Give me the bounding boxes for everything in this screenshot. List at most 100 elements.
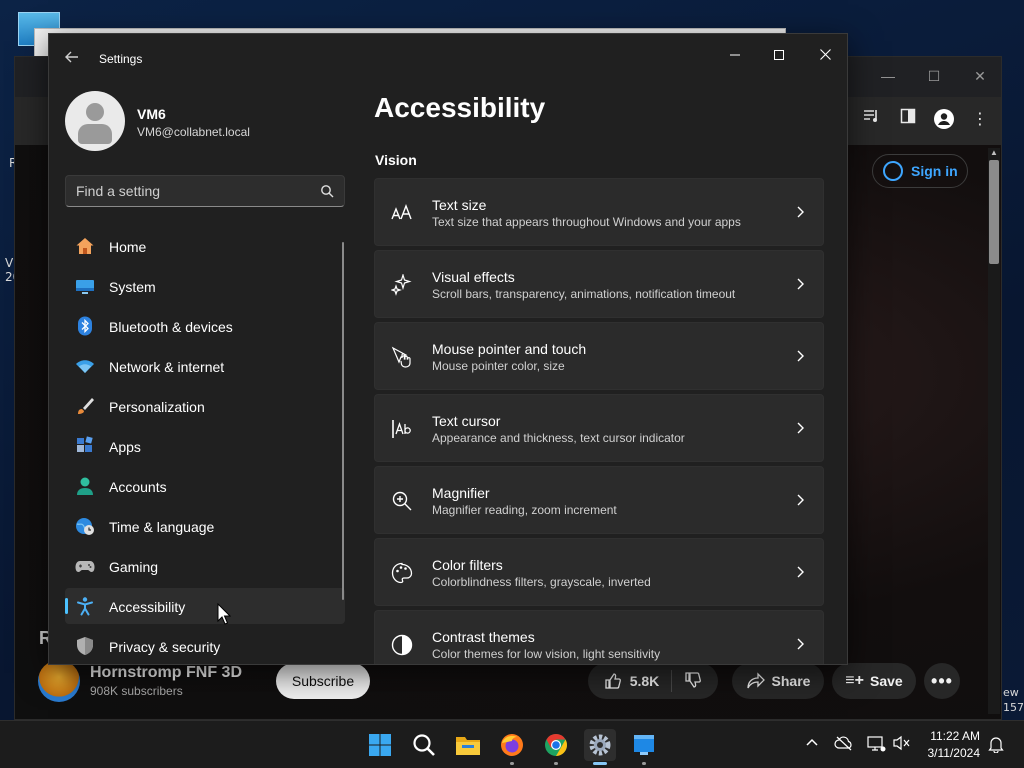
app-window-button[interactable]	[628, 729, 660, 765]
browser-scrollbar-thumb[interactable]	[989, 160, 999, 264]
show-hidden-icons-button[interactable]	[802, 735, 822, 755]
sidebar-item-time-language[interactable]: Time & language	[65, 508, 345, 544]
sidebar-item-home[interactable]: Home	[65, 228, 345, 264]
share-icon	[746, 672, 765, 689]
channel-avatar[interactable]	[38, 660, 80, 702]
clock-time[interactable]: 11:22 AM	[928, 729, 980, 743]
search-icon[interactable]	[320, 184, 334, 198]
sidebar-item-label: Privacy & security	[109, 639, 221, 655]
card-text-size[interactable]: Text size Text size that appears through…	[374, 178, 824, 246]
card-description: Color themes for low vision, light sensi…	[432, 647, 661, 661]
app-title: Settings	[99, 52, 143, 66]
sidebar-item-label: Time & language	[109, 519, 215, 535]
browser-maximize-icon[interactable]: ☐	[924, 66, 944, 86]
text-size-icon	[391, 204, 412, 220]
back-button[interactable]	[61, 48, 83, 70]
taskbar-search-button[interactable]	[408, 729, 440, 761]
channel-name[interactable]: Hornstromp FNF 3D	[90, 664, 242, 682]
card-color-filters[interactable]: Color filters Colorblindness filters, gr…	[374, 538, 824, 606]
profile-icon[interactable]	[932, 108, 956, 132]
start-button[interactable]	[364, 729, 396, 761]
more-actions-button[interactable]: •••	[924, 663, 960, 699]
chrome-icon	[545, 734, 567, 756]
maximize-icon	[774, 50, 784, 60]
firefox-icon	[501, 734, 523, 756]
magnifier-icon	[392, 491, 412, 511]
card-description: Magnifier reading, zoom increment	[432, 503, 617, 517]
card-text-cursor[interactable]: Text cursor Appearance and thickness, te…	[374, 394, 824, 462]
onedrive-button[interactable]	[834, 735, 854, 755]
minimize-button[interactable]	[715, 40, 755, 70]
sidebar-item-accounts[interactable]: Accounts	[65, 468, 345, 504]
settings-card-list: Text size Text size that appears through…	[374, 178, 824, 664]
user-email: VM6@collabnet.local	[137, 125, 250, 139]
notifications-button[interactable]	[986, 735, 1006, 755]
card-contrast-themes[interactable]: Contrast themes Color themes for low vis…	[374, 610, 824, 664]
card-title: Text cursor	[432, 413, 501, 429]
sign-in-label: Sign in	[911, 163, 958, 179]
sidebar-item-label: Apps	[109, 439, 141, 455]
side-panel-icon[interactable]	[896, 108, 920, 132]
sidebar-item-apps[interactable]: Apps	[65, 428, 345, 464]
maximize-button[interactable]	[759, 40, 799, 70]
browser-menu-icon[interactable]: ⋮	[968, 108, 992, 132]
dislike-button[interactable]	[684, 671, 702, 692]
file-explorer-button[interactable]	[452, 729, 484, 761]
shield-icon	[77, 637, 93, 655]
subscribe-button[interactable]: Subscribe	[276, 663, 370, 699]
page-title: Accessibility	[374, 92, 546, 123]
card-description: Mouse pointer color, size	[432, 359, 565, 373]
running-indicator	[554, 762, 558, 765]
share-button[interactable]: Share	[732, 663, 824, 699]
volume-button[interactable]	[892, 735, 912, 755]
chrome-button[interactable]	[540, 729, 572, 765]
browser-close-icon[interactable]: ✕	[970, 66, 990, 86]
media-queue-icon[interactable]	[860, 108, 884, 132]
sidebar-item-network[interactable]: Network & internet	[65, 348, 345, 384]
close-button[interactable]	[805, 40, 845, 70]
clock-date[interactable]: 3/11/2024	[920, 746, 981, 760]
search-input[interactable]	[76, 176, 306, 206]
save-button[interactable]: ≡+ Save	[832, 663, 916, 699]
sidebar-scrollbar[interactable]	[342, 242, 344, 600]
sidebar-item-label: Home	[109, 239, 147, 255]
scroll-up-icon[interactable]: ▲	[990, 148, 998, 157]
add-to-playlist-icon: ≡+	[845, 672, 864, 689]
sidebar-item-personalization[interactable]: Personalization	[65, 388, 345, 424]
chevron-right-icon	[797, 566, 804, 578]
apps-icon	[77, 436, 93, 452]
settings-taskbar-button[interactable]	[584, 729, 616, 765]
card-magnifier[interactable]: Magnifier Magnifier reading, zoom increm…	[374, 466, 824, 534]
sidebar-item-bluetooth[interactable]: Bluetooth & devices	[65, 308, 345, 344]
chevron-right-icon	[797, 494, 804, 506]
network-status-button[interactable]	[866, 735, 886, 755]
settings-icon	[589, 734, 611, 756]
browser-minimize-icon[interactable]: —	[878, 66, 898, 86]
sidebar-item-system[interactable]: System	[65, 268, 345, 304]
globe-clock-icon	[76, 518, 94, 535]
sign-in-button[interactable]: Sign in	[872, 154, 968, 188]
settings-titlebar: Settings	[49, 34, 847, 82]
wifi-icon	[76, 360, 94, 373]
channel-bar: Hornstromp FNF 3D 908K subscribers Subsc…	[38, 660, 988, 704]
card-title: Mouse pointer and touch	[432, 341, 587, 357]
like-button[interactable]: 5.8K	[604, 672, 659, 690]
chevron-right-icon	[797, 638, 804, 650]
card-visual-effects[interactable]: Visual effects Scroll bars, transparency…	[374, 250, 824, 318]
save-label: Save	[869, 673, 903, 689]
sidebar-item-privacy-security[interactable]: Privacy & security	[65, 628, 345, 664]
user-avatar[interactable]	[65, 91, 125, 151]
sidebar-item-label: System	[109, 279, 156, 295]
account-icon	[883, 161, 903, 181]
sidebar-item-gaming[interactable]: Gaming	[65, 548, 345, 584]
card-title: Contrast themes	[432, 629, 535, 645]
firefox-button[interactable]	[496, 729, 528, 765]
sidebar-item-accessibility[interactable]: Accessibility	[65, 588, 345, 624]
accessibility-icon	[77, 597, 93, 616]
back-arrow-icon	[65, 51, 78, 63]
running-indicator	[510, 762, 514, 765]
system-icon	[76, 280, 94, 294]
card-mouse-pointer-touch[interactable]: Mouse pointer and touch Mouse pointer co…	[374, 322, 824, 390]
more-icon: •••	[931, 670, 953, 691]
chevron-up-icon	[806, 738, 818, 746]
